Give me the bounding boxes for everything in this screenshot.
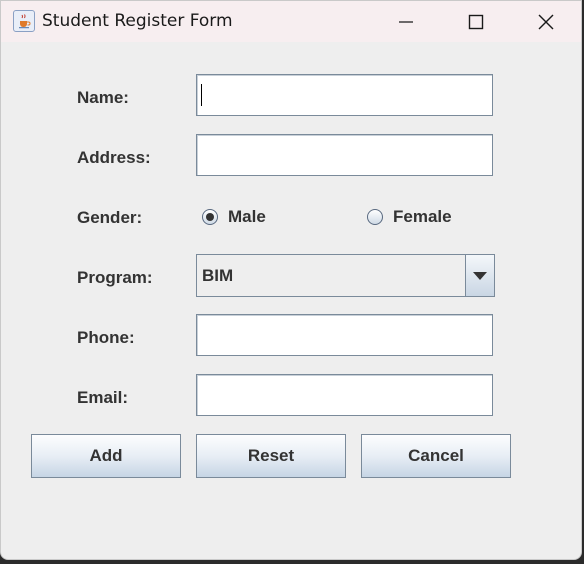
text-caret [201, 84, 202, 106]
radio-checked-icon [202, 209, 218, 225]
minimize-icon [399, 20, 413, 23]
phone-field[interactable] [196, 314, 493, 356]
reset-button[interactable]: Reset [196, 434, 346, 478]
name-label: Name: [77, 88, 129, 107]
gender-female-radio[interactable]: Female [367, 207, 452, 227]
phone-input[interactable] [197, 315, 492, 355]
email-field[interactable] [196, 374, 493, 416]
address-field[interactable] [196, 134, 493, 176]
gender-male-label: Male [228, 207, 266, 226]
minimize-button[interactable] [371, 1, 441, 42]
address-label: Address: [77, 148, 151, 167]
email-label: Email: [77, 388, 129, 407]
maximize-button[interactable] [441, 1, 511, 42]
app-window: Student Register Form Name: Address: Gen… [0, 0, 582, 560]
java-cup-icon [13, 10, 35, 32]
phone-label: Phone: [77, 328, 135, 347]
program-selected-value: BIM [202, 266, 234, 285]
name-field[interactable] [196, 74, 493, 116]
chevron-down-icon [473, 271, 487, 280]
cancel-button[interactable]: Cancel [361, 434, 511, 478]
close-icon [538, 14, 554, 29]
program-label: Program: [77, 268, 153, 287]
gender-female-label: Female [393, 207, 452, 226]
close-button[interactable] [511, 1, 581, 42]
address-input[interactable] [197, 135, 492, 175]
window-title: Student Register Form [42, 11, 233, 31]
form-panel: Name: Address: Gender: Male Female Progr… [1, 42, 581, 559]
email-input[interactable] [197, 375, 492, 415]
program-dropdown[interactable]: BIM [196, 254, 495, 297]
name-input[interactable] [197, 75, 492, 115]
gender-label: Gender: [77, 208, 143, 227]
radio-unchecked-icon [367, 209, 383, 225]
title-bar[interactable]: Student Register Form [1, 1, 581, 42]
add-button[interactable]: Add [31, 434, 181, 478]
dropdown-arrow-button[interactable] [465, 255, 494, 296]
gender-male-radio[interactable]: Male [202, 207, 266, 227]
maximize-icon [468, 14, 484, 29]
